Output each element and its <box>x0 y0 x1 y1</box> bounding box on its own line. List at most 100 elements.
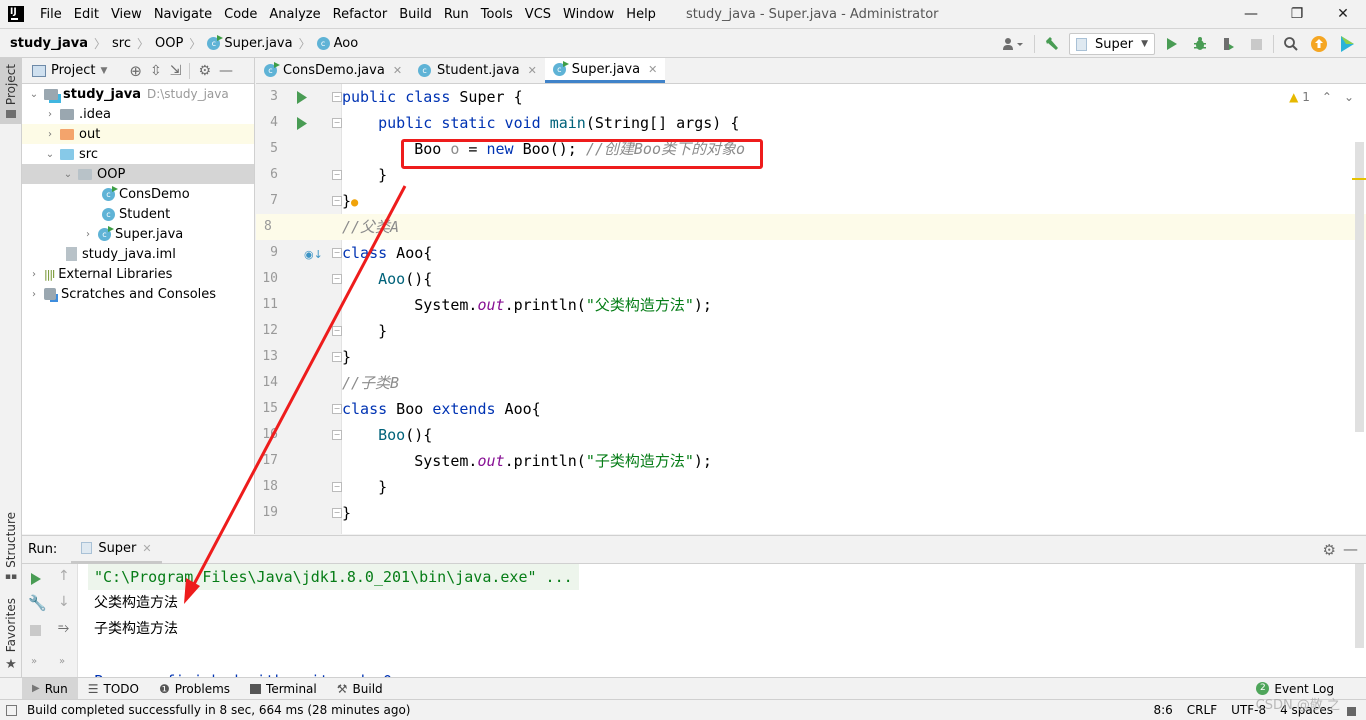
caret-position[interactable]: 8:6 <box>1153 703 1172 717</box>
menu-build[interactable]: Build <box>393 7 438 22</box>
tab-super[interactable]: c Super.java ✕ <box>544 58 666 83</box>
toggle-tool-windows-icon[interactable] <box>6 704 17 716</box>
build-hammer-icon[interactable] <box>1041 33 1063 55</box>
search-icon[interactable] <box>1280 33 1302 55</box>
menu-navigate[interactable]: Navigate <box>148 7 218 22</box>
stripe-tab-structure[interactable]: Structure ▪▪ <box>0 510 22 584</box>
stop-icon[interactable] <box>30 625 41 636</box>
fold-icon[interactable]: − <box>332 196 342 206</box>
fold-icon[interactable]: − <box>332 430 342 440</box>
coverage-icon[interactable] <box>1217 33 1239 55</box>
restore-button[interactable]: ❐ <box>1274 0 1320 28</box>
arrow-down-icon[interactable]: ↓ <box>58 594 70 610</box>
lightbulb-icon[interactable]: ● <box>351 195 358 209</box>
tool-tab-build[interactable]: ⚒ Build <box>327 678 393 700</box>
run-configuration-select[interactable]: Super ▼ <box>1069 33 1155 55</box>
tree-item-oop[interactable]: ⌄ OOP <box>22 164 254 184</box>
stripe-tab-project[interactable]: Project <box>0 58 22 124</box>
tree-item-consdemo[interactable]: c ConsDemo <box>22 184 254 204</box>
locate-icon[interactable]: ⊕ <box>129 62 142 80</box>
tab-consdemo[interactable]: c ConsDemo.java ✕ <box>256 58 410 83</box>
tree-item-scratches[interactable]: › Scratches and Consoles <box>22 284 254 304</box>
stripe-tab-favorites[interactable]: Favorites ★ <box>0 596 22 674</box>
tool-tab-terminal[interactable]: Terminal <box>240 678 327 700</box>
tree-item-student[interactable]: c Student <box>22 204 254 224</box>
fold-icon[interactable]: − <box>332 248 342 258</box>
tool-tab-todo[interactable]: ☰ TODO <box>78 678 149 700</box>
tool-tab-run[interactable]: ▶ Run <box>22 677 78 700</box>
breadcrumb-super-java[interactable]: c Super.java <box>207 34 293 51</box>
lock-icon[interactable] <box>1347 707 1356 716</box>
menu-analyze[interactable]: Analyze <box>263 7 326 22</box>
editor-scrollbar[interactable] <box>1355 142 1364 432</box>
plugin-icon[interactable] <box>1336 33 1358 55</box>
breadcrumb-src[interactable]: src <box>112 36 131 51</box>
menu-vcs[interactable]: VCS <box>519 7 557 22</box>
warning-stripe-marker[interactable] <box>1352 178 1366 180</box>
wrench-icon[interactable]: 🔧 <box>28 594 47 612</box>
menu-tools[interactable]: Tools <box>475 7 519 22</box>
menu-run[interactable]: Run <box>438 7 475 22</box>
gear-icon[interactable]: ⚙ <box>1323 541 1336 559</box>
bottom-tool-strip: ▶ Run ☰ TODO ❶ Problems Terminal ⚒ Build 2 E… <box>0 677 1366 700</box>
code-line: }● <box>342 188 1366 214</box>
fold-icon[interactable]: − <box>332 404 342 414</box>
console-output[interactable]: "C:\Program Files\Java\jdk1.8.0_201\bin\… <box>88 564 1354 678</box>
menu-refactor[interactable]: Refactor <box>327 7 394 22</box>
user-icon[interactable] <box>998 33 1028 55</box>
tree-item-study-java[interactable]: ⌄ study_java D:\study_java <box>22 84 254 104</box>
breadcrumb-aoo[interactable]: c Aoo <box>316 36 358 51</box>
more-icon[interactable]: » <box>31 656 37 667</box>
tree-item-out[interactable]: › out <box>22 124 254 144</box>
menu-window[interactable]: Window <box>557 7 620 22</box>
rerun-icon[interactable] <box>30 572 42 586</box>
collapse-all-icon[interactable]: ⇲ <box>170 63 182 79</box>
run-tab-super[interactable]: Super ✕ <box>71 536 162 564</box>
tool-tab-problems[interactable]: ❶ Problems <box>149 678 240 700</box>
fold-icon[interactable]: − <box>332 170 342 180</box>
tree-item-external-libraries[interactable]: › |||l External Libraries <box>22 264 254 284</box>
menu-help[interactable]: Help <box>620 7 662 22</box>
more-icon[interactable]: » <box>59 656 65 667</box>
stop-icon[interactable] <box>1245 33 1267 55</box>
soft-wrap-icon[interactable]: ⥱ <box>58 620 69 636</box>
fold-icon[interactable]: − <box>332 118 342 128</box>
minimize-button[interactable]: — <box>1228 0 1274 28</box>
tree-item-iml[interactable]: study_java.iml <box>22 244 254 264</box>
tree-item-src[interactable]: ⌄ src <box>22 144 254 164</box>
fold-icon[interactable]: − <box>332 508 342 518</box>
run-icon[interactable] <box>1161 33 1183 55</box>
fold-icon[interactable]: − <box>332 482 342 492</box>
breadcrumb-project[interactable]: study_java <box>10 36 88 51</box>
menu-view[interactable]: View <box>105 7 148 22</box>
menu-edit[interactable]: Edit <box>68 7 105 22</box>
run-gutter-icon[interactable] <box>296 91 308 104</box>
close-button[interactable]: ✕ <box>1320 0 1366 28</box>
close-tab-icon[interactable]: ✕ <box>648 63 657 76</box>
update-icon[interactable] <box>1308 33 1330 55</box>
arrow-up-icon[interactable]: ↑ <box>58 568 70 584</box>
breadcrumb-oop[interactable]: OOP <box>155 36 183 51</box>
fold-icon[interactable]: − <box>332 92 342 102</box>
fold-icon[interactable]: − <box>332 274 342 284</box>
gear-icon[interactable]: ⚙ <box>198 63 211 79</box>
tree-item-idea[interactable]: › .idea <box>22 104 254 124</box>
close-tab-icon[interactable]: ✕ <box>528 64 537 77</box>
hide-panel-icon[interactable]: — <box>219 63 233 79</box>
tree-item-super-java[interactable]: › c Super.java <box>22 224 254 244</box>
fold-icon[interactable]: − <box>332 352 342 362</box>
menu-code[interactable]: Code <box>218 7 263 22</box>
close-tab-icon[interactable]: ✕ <box>393 64 402 77</box>
hide-panel-icon[interactable]: — <box>1343 540 1358 558</box>
tab-student[interactable]: c Student.java ✕ <box>410 58 545 83</box>
run-gutter-icon[interactable] <box>296 117 308 130</box>
close-tab-icon[interactable]: ✕ <box>142 542 151 555</box>
line-separator[interactable]: CRLF <box>1187 703 1217 717</box>
fold-icon[interactable]: − <box>332 326 342 336</box>
overridden-method-icon[interactable]: ◉↓ <box>304 248 323 261</box>
menu-file[interactable]: File <box>34 7 68 22</box>
debug-icon[interactable] <box>1189 33 1211 55</box>
expand-all-icon[interactable]: ⇳ <box>150 63 162 79</box>
project-view-select[interactable]: Project ▼ <box>32 63 107 78</box>
console-scrollbar[interactable] <box>1355 564 1364 648</box>
